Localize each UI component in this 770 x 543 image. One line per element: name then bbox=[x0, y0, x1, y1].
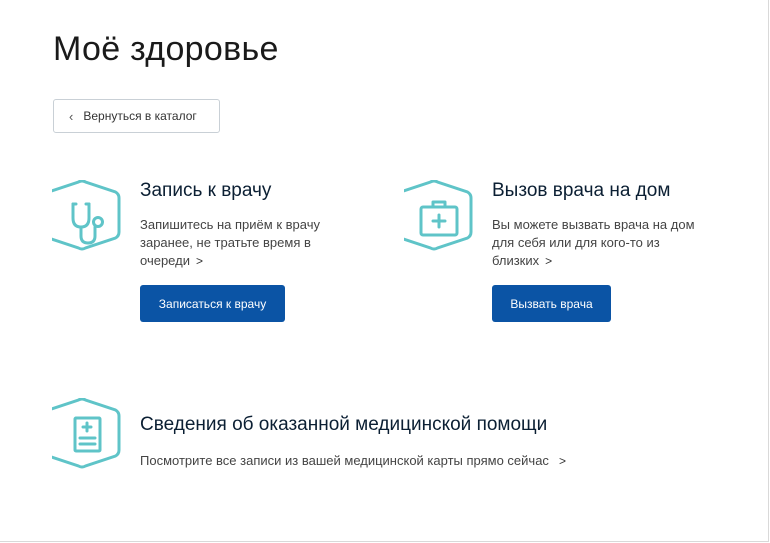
service-description-text: Запишитесь на приём к врачу заранее, не … bbox=[140, 217, 320, 268]
medical-record-icon bbox=[52, 398, 121, 469]
service-body: Вызов врача на дом Вы можете вызвать вра… bbox=[492, 180, 707, 322]
service-title: Вызов врача на дом bbox=[492, 180, 671, 201]
service-description[interactable]: Запишитесь на приём к врачу заранее, не … bbox=[140, 216, 340, 270]
service-description[interactable]: Посмотрите все записи из вашей медицинск… bbox=[140, 452, 566, 470]
chevron-right-icon: > bbox=[545, 254, 553, 268]
service-title: Сведения об оказанной медицинской помощи bbox=[140, 414, 548, 435]
chevron-right-icon: > bbox=[558, 454, 566, 468]
back-to-catalog-button[interactable]: ‹ Вернуться в каталог bbox=[53, 99, 220, 133]
page-container: Моё здоровье ‹ Вернуться в каталог Запис… bbox=[0, 0, 769, 542]
medical-kit-icon bbox=[404, 180, 473, 251]
service-description-text: Посмотрите все записи из вашей медицинск… bbox=[140, 453, 549, 468]
service-title: Запись к врачу bbox=[140, 180, 272, 201]
service-body: Запись к врачу Запишитесь на приём к вра… bbox=[140, 180, 340, 322]
call-doctor-button[interactable]: Вызвать врача bbox=[492, 285, 611, 322]
page-title: Моё здоровье bbox=[53, 30, 279, 68]
service-description-text: Вы можете вызвать врача на дом для себя … bbox=[492, 217, 695, 268]
book-doctor-button[interactable]: Записаться к врачу bbox=[140, 285, 285, 322]
chevron-left-icon: ‹ bbox=[69, 108, 74, 124]
back-to-catalog-label: Вернуться в каталог bbox=[83, 109, 197, 123]
service-description[interactable]: Вы можете вызвать врача на дом для себя … bbox=[492, 216, 707, 270]
service-body: Сведения об оказанной медицинской помощи… bbox=[140, 398, 566, 470]
chevron-right-icon: > bbox=[195, 254, 203, 268]
stethoscope-icon bbox=[52, 180, 121, 251]
